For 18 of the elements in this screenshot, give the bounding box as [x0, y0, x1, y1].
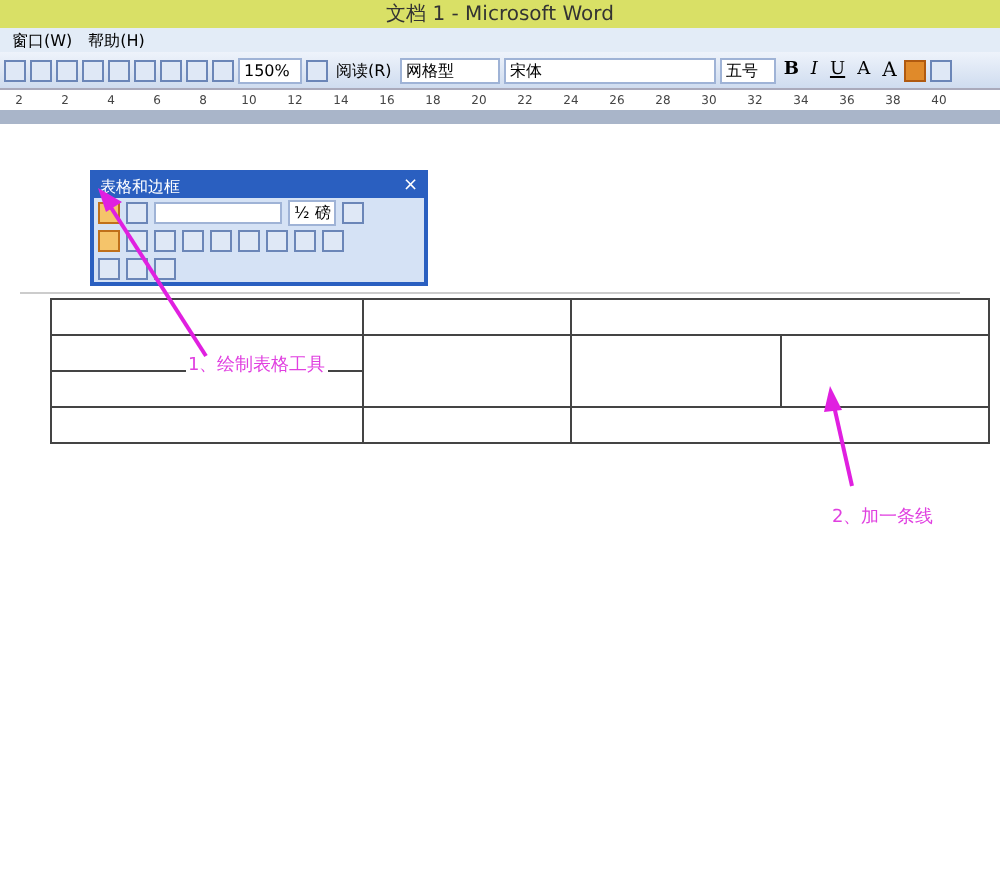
- format-button[interactable]: A: [853, 60, 875, 80]
- style-dropdown[interactable]: 网格型: [399, 57, 500, 83]
- close-button[interactable]: ×: [402, 176, 418, 196]
- font-dropdown[interactable]: 宋体: [503, 57, 716, 83]
- format-button[interactable]: A: [878, 59, 901, 81]
- format-button[interactable]: U: [825, 60, 850, 80]
- window-title: 文档 1 - Microsoft Word: [386, 1, 614, 28]
- line-weight-dropdown[interactable]: ½ 磅: [288, 199, 337, 225]
- annotation-label: 1、绘制表格工具: [186, 352, 328, 378]
- menu-item[interactable]: 窗口(W): [12, 29, 73, 51]
- font-size-dropdown[interactable]: 五号: [719, 57, 776, 83]
- read-button[interactable]: 阅读(R): [332, 59, 396, 81]
- menu-item[interactable]: 帮助(H): [88, 29, 145, 51]
- zoom-dropdown[interactable]: 150%: [238, 57, 302, 83]
- toolbar-title: 表格和边框: [100, 175, 180, 197]
- format-button[interactable]: B: [779, 60, 803, 80]
- format-button[interactable]: I: [806, 60, 822, 80]
- annotation-label: 2、加一条线: [830, 504, 936, 530]
